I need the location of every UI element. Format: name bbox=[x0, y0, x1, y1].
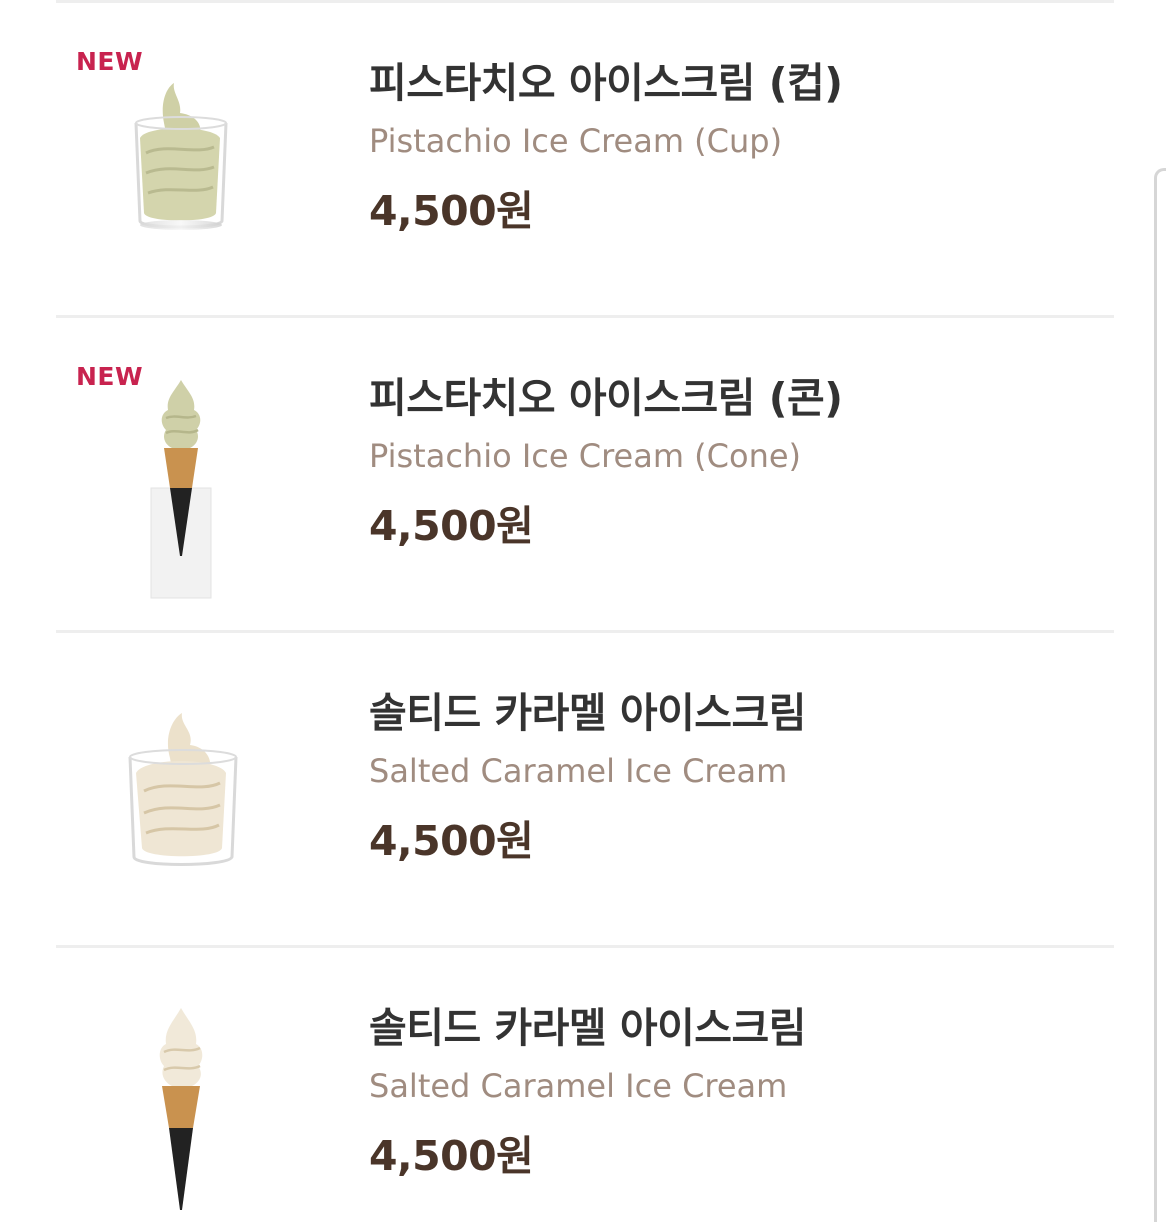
item-name-english: Salted Caramel Ice Cream bbox=[369, 752, 788, 790]
menu-item[interactable]: NEW 피스타치오 아이스크림 (컵) Pistachio Ice Cream … bbox=[56, 0, 1114, 315]
item-price: 4,500원 bbox=[369, 502, 534, 550]
menu-item[interactable]: 솔티드 카라멜 아이스크림 Salted Caramel Ice Cream 4… bbox=[56, 945, 1114, 1222]
item-name-korean: 솔티드 카라멜 아이스크림 bbox=[369, 1004, 806, 1052]
item-name-english: Pistachio Ice Cream (Cup) bbox=[369, 122, 783, 160]
item-name-english: Salted Caramel Ice Cream bbox=[369, 1067, 788, 1105]
item-info: 솔티드 카라멜 아이스크림 Salted Caramel Ice Cream 4… bbox=[369, 1003, 1089, 1181]
pistachio-cup-icon bbox=[116, 43, 246, 293]
pistachio-cone-icon bbox=[116, 358, 246, 608]
item-name-korean: 피스타치오 아이스크림 (컵) bbox=[369, 59, 843, 107]
menu-item[interactable]: NEW 피스타치오 아이스크림 (콘) Pistachio Ice Cream … bbox=[56, 315, 1114, 630]
menu-item[interactable]: 솔티드 카라멜 아이스크림 Salted Caramel Ice Cream 4… bbox=[56, 630, 1114, 945]
item-price: 4,500원 bbox=[369, 187, 534, 235]
item-price: 4,500원 bbox=[369, 1132, 534, 1180]
scrollbar-thumb[interactable] bbox=[1154, 168, 1166, 1222]
item-info: 피스타치오 아이스크림 (콘) Pistachio Ice Cream (Con… bbox=[369, 373, 1089, 551]
item-info: 피스타치오 아이스크림 (컵) Pistachio Ice Cream (Cup… bbox=[369, 58, 1089, 236]
item-name-korean: 피스타치오 아이스크림 (콘) bbox=[369, 374, 843, 422]
item-name-english: Pistachio Ice Cream (Cone) bbox=[369, 437, 802, 475]
item-info: 솔티드 카라멜 아이스크림 Salted Caramel Ice Cream 4… bbox=[369, 688, 1089, 866]
item-name-korean: 솔티드 카라멜 아이스크림 bbox=[369, 689, 806, 737]
item-price: 4,500원 bbox=[369, 817, 534, 865]
caramel-cup-icon bbox=[116, 673, 246, 923]
caramel-cone-icon bbox=[116, 988, 246, 1222]
menu-list: NEW 피스타치오 아이스크림 (컵) Pistachio Ice Cream … bbox=[56, 0, 1114, 1222]
